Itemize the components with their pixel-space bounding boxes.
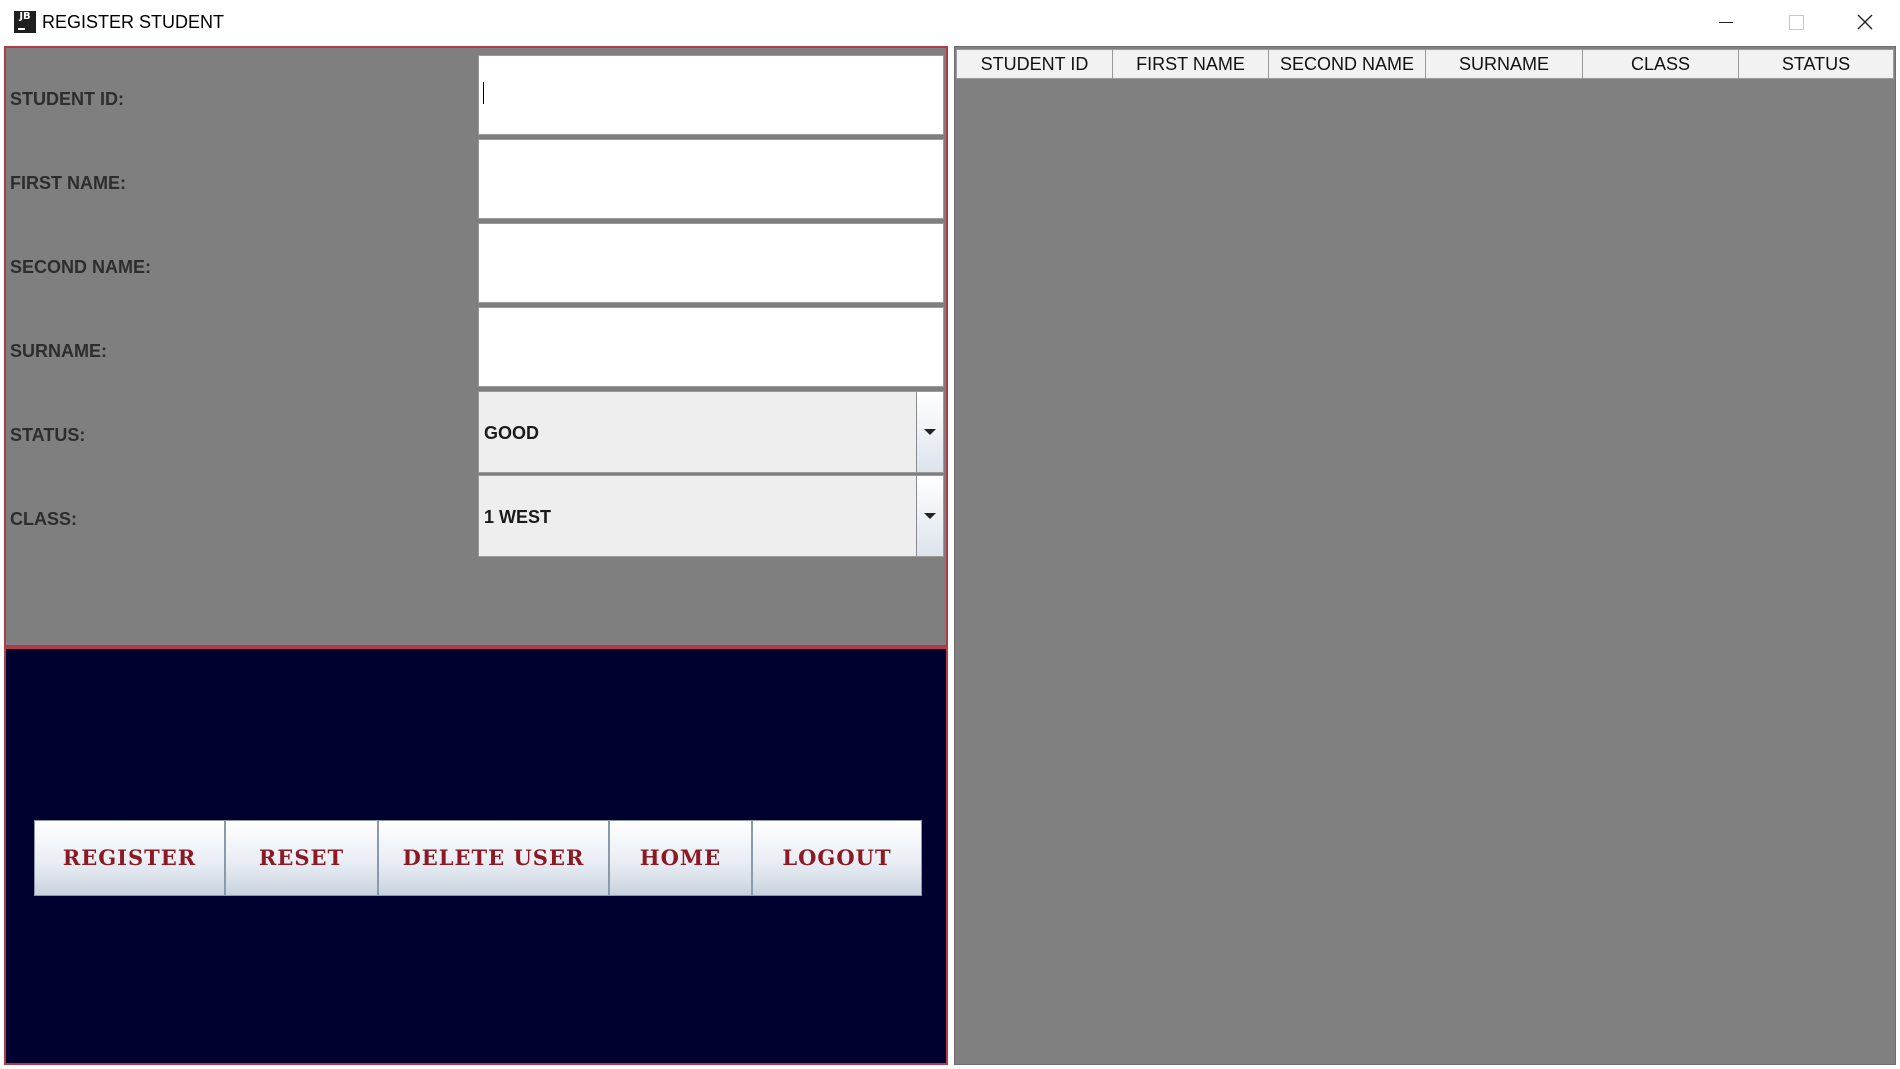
column-header-status[interactable]: STATUS [1738,49,1894,79]
maximize-button[interactable] [1760,0,1830,45]
status-dropdown-button[interactable] [916,392,943,472]
column-header-surname[interactable]: SURNAME [1425,49,1583,79]
column-header-class[interactable]: CLASS [1582,49,1739,79]
table-header: STUDENT ID FIRST NAME SECOND NAME SURNAM… [956,49,1894,79]
column-header-second-name[interactable]: SECOND NAME [1268,49,1426,79]
first-name-input[interactable] [478,139,944,219]
status-label: STATUS: [10,425,86,445]
status-selected-value: GOOD [484,423,540,443]
students-table[interactable]: STUDENT ID FIRST NAME SECOND NAME SURNAM… [954,46,1896,1065]
surname-input[interactable] [478,307,944,387]
second-name-input[interactable] [478,223,944,303]
window-title: REGISTER STUDENT [42,12,225,32]
minimize-button[interactable] [1690,0,1760,45]
app-icon-text: JB [19,11,31,22]
close-icon [1857,14,1873,30]
maximize-icon [1789,15,1804,30]
column-header-first-name[interactable]: FIRST NAME [1112,49,1269,79]
title-bar: JB REGISTER STUDENT [0,0,1900,45]
chevron-down-icon [924,429,936,435]
reset-button[interactable]: RESET [225,820,378,896]
surname-label: SURNAME: [10,341,107,361]
chevron-down-icon [924,513,936,519]
class-selected-value: 1 WEST [484,507,552,527]
first-name-label: FIRST NAME: [10,173,126,193]
close-button[interactable] [1830,0,1900,45]
action-panel: REGISTER RESET DELETE USER HOME LOGOUT [4,647,948,1065]
student-id-label: STUDENT ID: [10,89,124,109]
action-button-row: REGISTER RESET DELETE USER HOME LOGOUT [34,820,922,896]
second-name-label: SECOND NAME: [10,257,152,277]
form-panel: STUDENT ID: FIRST NAME: SECOND NAME: SUR… [4,46,948,647]
class-select[interactable]: 1 WEST [478,475,944,557]
minimize-icon [1719,22,1733,23]
delete-user-button[interactable]: DELETE USER [378,820,609,896]
student-id-input[interactable] [478,55,944,135]
text-caret [483,82,484,104]
class-dropdown-button[interactable] [916,476,943,556]
status-select[interactable]: GOOD [478,391,944,473]
register-button[interactable]: REGISTER [34,820,225,896]
home-button[interactable]: HOME [609,820,752,896]
app-icon: JB [14,11,36,33]
logout-button[interactable]: LOGOUT [752,820,922,896]
column-header-student-id[interactable]: STUDENT ID [956,49,1113,79]
class-label: CLASS: [10,509,77,529]
